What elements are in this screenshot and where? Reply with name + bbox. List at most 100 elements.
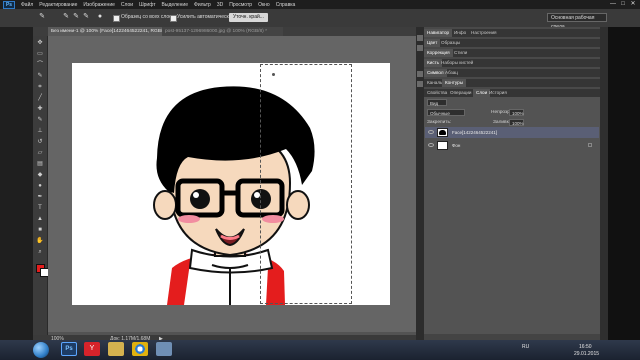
layer-row-face[interactable]: Face[1422464522241] — [425, 127, 599, 138]
hand-tool-icon[interactable]: ✋ — [36, 238, 44, 244]
refine-edge-button[interactable]: Уточн. край... — [229, 13, 268, 22]
brush-tool-icon[interactable]: ✎ — [36, 117, 44, 123]
left-eye — [190, 189, 210, 209]
spot-heal-tool-icon[interactable]: ✚ — [36, 106, 44, 112]
mouse-cursor — [272, 73, 275, 76]
new-selection-icon[interactable]: ✎ — [62, 13, 70, 21]
tab-info[interactable]: Инфо — [451, 29, 469, 37]
menu-layers[interactable]: Слои — [118, 2, 136, 8]
tab-brush-presets[interactable]: Наборы кистей — [438, 59, 476, 67]
tab-histogram[interactable]: Настроения — [468, 29, 500, 37]
tab-adjustments[interactable]: Коррекция — [424, 49, 453, 57]
brush-size-icon[interactable]: ● — [96, 13, 104, 21]
eyedropper-tool-icon[interactable]: ╱ — [36, 95, 44, 101]
right-panels: Навигатор Инфо Настроения Цвет Образцы К… — [424, 27, 600, 340]
clock-date[interactable]: 29.01.2015 — [574, 351, 599, 357]
window-controls: — □ ✕ — [608, 0, 638, 9]
quick-select-icon[interactable]: ✎ — [38, 13, 46, 21]
add-selection-icon[interactable]: ✎ — [72, 13, 80, 21]
menu-help[interactable]: Справка — [273, 2, 299, 8]
dodge-tool-icon[interactable]: ● — [36, 183, 44, 189]
opacity-input[interactable]: 100% — [509, 109, 524, 116]
menu-window[interactable]: Окно — [255, 2, 273, 8]
tab-paragraph[interactable]: Абзац — [442, 69, 461, 77]
photoshop-logo: Ps — [3, 0, 15, 9]
blend-mode-select[interactable]: Обычные — [427, 109, 465, 116]
quick-select-tool-icon[interactable]: ✎ — [36, 73, 44, 79]
maximize-button[interactable]: □ — [618, 0, 628, 9]
marquee-tool-icon[interactable]: ▭ — [36, 51, 44, 57]
layer-row-background[interactable]: Фон — [425, 140, 599, 151]
fill-input[interactable]: 100% — [509, 119, 524, 126]
layer-name: Фон — [452, 143, 461, 148]
visibility-eye-icon[interactable] — [428, 130, 434, 134]
brush-tabs: Кисть Наборы кистей — [424, 59, 600, 67]
explorer-taskbar-icon[interactable] — [156, 342, 172, 356]
tab-paths[interactable]: Контуры — [442, 79, 467, 87]
visibility-eye-icon[interactable] — [428, 143, 434, 147]
close-button[interactable]: ✕ — [628, 0, 638, 9]
lock-icon — [588, 143, 592, 147]
menu-file[interactable]: Файл — [18, 2, 36, 8]
left-screen-edge — [0, 27, 33, 340]
history-brush-tool-icon[interactable]: ↺ — [36, 139, 44, 145]
folder-taskbar-icon[interactable] — [108, 342, 124, 356]
tab-swatches[interactable]: Образцы — [438, 39, 463, 47]
auto-enhance-checkbox[interactable] — [170, 15, 177, 22]
selection-marquee — [260, 64, 352, 304]
eraser-tool-icon[interactable]: ▱ — [36, 150, 44, 156]
menu-view[interactable]: Просмотр — [226, 2, 255, 8]
color-tabs: Цвет Образцы — [424, 39, 600, 47]
options-bar: ✎ ✎ ✎ ✎ ● Образец со всех слоев Усилить … — [0, 9, 640, 30]
menu-3d[interactable]: 3D — [214, 2, 226, 8]
history-panel-button[interactable] — [417, 35, 423, 41]
channels-tabs: Каналы Контуры — [424, 79, 600, 87]
type-tool-icon[interactable]: T — [36, 205, 44, 211]
move-tool-icon[interactable]: ✥ — [36, 40, 44, 46]
yandex-taskbar-icon[interactable]: Y — [84, 342, 100, 356]
panel-scroll-strip — [600, 27, 608, 340]
shape-tool-icon[interactable]: ■ — [36, 227, 44, 233]
clone-panel-button[interactable] — [417, 81, 423, 87]
clock-time[interactable]: 16:50 — [579, 344, 592, 350]
document-tabs: Без имени-1 @ 100% (Face[1422464522241, … — [33, 27, 416, 36]
minimize-button[interactable]: — — [608, 0, 618, 9]
zoom-tool-icon[interactable]: ⌕ — [36, 249, 44, 255]
menu-edit[interactable]: Редактирование — [36, 2, 80, 8]
tab-styles[interactable]: Стили — [451, 49, 470, 57]
gradient-tool-icon[interactable]: ▤ — [36, 161, 44, 167]
brush-panel-button[interactable] — [417, 71, 423, 77]
language-indicator[interactable]: RU — [522, 344, 529, 350]
lasso-tool-icon[interactable]: ⌒ — [36, 62, 44, 68]
menu-select[interactable]: Выделение — [159, 2, 192, 8]
photoshop-taskbar-icon[interactable]: Ps — [61, 342, 77, 356]
correction-tabs: Коррекция Стили — [424, 49, 600, 57]
all-layers-label: Образец со всех слоев — [121, 14, 175, 20]
left-blush — [178, 215, 200, 223]
start-button[interactable] — [33, 342, 49, 358]
path-select-tool-icon[interactable]: ▲ — [36, 216, 44, 222]
navigator-tabs: Навигатор Инфо Настроения — [424, 29, 600, 37]
layer-name: Face[1422464522241] — [452, 130, 498, 135]
all-layers-checkbox[interactable] — [113, 15, 120, 22]
lock-label: Закрепить: — [427, 120, 452, 125]
menu-filter[interactable]: Фильтр — [191, 2, 214, 8]
menu-type[interactable]: Шрифт — [136, 2, 158, 8]
actions-panel-button[interactable] — [417, 45, 423, 51]
crop-tool-icon[interactable]: ⌗ — [36, 84, 44, 90]
subtract-selection-icon[interactable]: ✎ — [82, 13, 90, 21]
pen-tool-icon[interactable]: ✒ — [36, 194, 44, 200]
stamp-tool-icon[interactable]: ⊥ — [36, 128, 44, 134]
tab-actions[interactable]: Операции — [447, 89, 475, 97]
tab-document-1[interactable]: Без имени-1 @ 100% (Face[1422464522241, … — [48, 27, 166, 36]
auto-enhance-label: Усилить автоматически — [177, 14, 232, 20]
tab-document-2[interactable]: post-95137-1296986000.jpg @ 100% (RGB/8)… — [162, 27, 283, 36]
workspace-select[interactable]: Основная рабочая среда — [547, 13, 607, 30]
layer-kind-select[interactable]: Вид — [427, 99, 447, 106]
menu-image[interactable]: Изображение — [80, 2, 118, 8]
menu-bar: Ps Файл Редактирование Изображение Слои … — [0, 0, 640, 9]
chrome-taskbar-icon[interactable] — [132, 342, 148, 356]
blur-tool-icon[interactable]: ◆ — [36, 172, 44, 178]
tab-history[interactable]: История — [486, 89, 510, 97]
tab-navigator[interactable]: Навигатор — [424, 29, 453, 37]
